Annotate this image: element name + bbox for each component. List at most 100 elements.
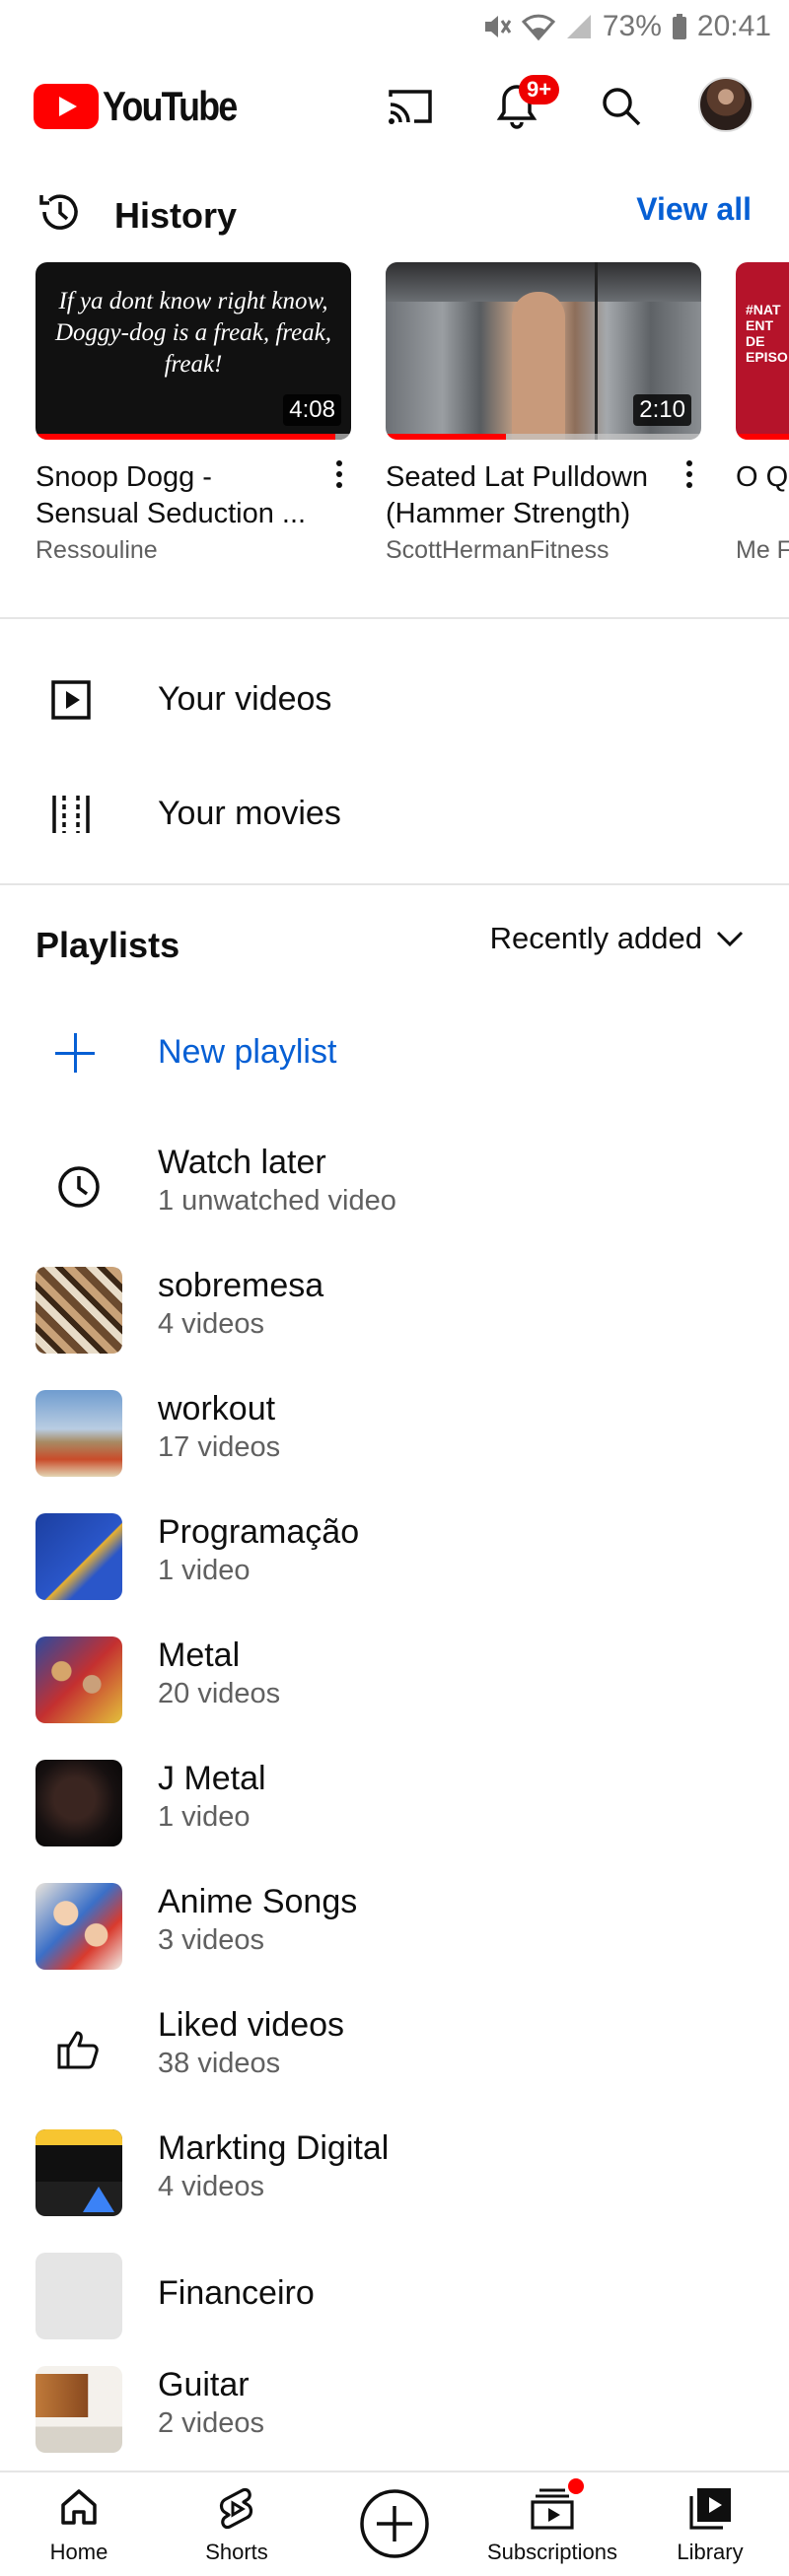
playlist-count: 2 videos — [158, 2407, 265, 2439]
nav-library-label: Library — [677, 2540, 744, 2564]
wifi-icon — [521, 13, 555, 40]
playlist-item[interactable]: J Metal 1 video — [0, 1750, 789, 1858]
history-title: History — [114, 195, 238, 236]
shorts-icon — [219, 2487, 253, 2530]
playlist-thumbnail — [36, 1390, 122, 1477]
playlist-name: Programação — [158, 1513, 360, 1551]
playlist-item-watch-later[interactable]: Watch later 1 unwatched video — [0, 1134, 789, 1242]
clock-time: 20:41 — [696, 10, 771, 42]
nav-subscriptions-label: Subscriptions — [486, 2540, 618, 2564]
playlist-thumbnail — [36, 2366, 122, 2453]
play-square-icon — [47, 676, 95, 724]
playlist-count: 1 video — [158, 1555, 251, 1586]
nav-library[interactable]: Library — [631, 2472, 789, 2576]
youtube-play-icon — [34, 84, 99, 129]
history-card[interactable]: 2:10 Seated Lat Pulldown (Hammer Strengt… — [386, 262, 701, 565]
playlist-count: 4 videos — [158, 1308, 265, 1340]
playlist-count: 20 videos — [158, 1678, 281, 1709]
notifications-button[interactable]: 9+ — [489, 75, 560, 134]
watch-progress-bar — [386, 434, 506, 440]
chevron-down-icon — [716, 931, 744, 947]
more-options-icon[interactable] — [327, 459, 351, 497]
playlist-item[interactable]: Metal 20 videos — [0, 1627, 789, 1735]
channel-name[interactable]: ScottHermanFitness — [386, 536, 701, 565]
nav-shorts[interactable]: Shorts — [158, 2472, 316, 2576]
history-card[interactable]: #NAT ENT DE EPISO O QU NA I Me F — [736, 262, 789, 565]
bottom-navigation: Home Shorts Subscriptions Library — [0, 2471, 789, 2576]
library-icon — [689, 2488, 731, 2530]
playlist-item-liked-videos[interactable]: Liked videos 38 videos — [0, 1996, 789, 2105]
nav-subscriptions[interactable]: Subscriptions — [473, 2472, 631, 2576]
divider — [0, 883, 789, 885]
signal-icon — [565, 13, 593, 40]
avatar[interactable] — [698, 77, 753, 132]
nav-home[interactable]: Home — [0, 2472, 158, 2576]
film-strip-icon — [47, 791, 95, 838]
home-icon — [61, 2489, 97, 2525]
playlist-item[interactable]: Anime Songs 3 videos — [0, 1873, 789, 1982]
channel-name[interactable]: Ressouline — [36, 536, 351, 565]
playlist-item[interactable]: Markting Digital 4 videos — [0, 2120, 789, 2228]
your-movies-item[interactable]: Your movies — [0, 765, 789, 864]
playlist-item[interactable]: workout 17 videos — [0, 1380, 789, 1489]
your-movies-label: Your movies — [158, 795, 341, 832]
playlist-name: sobremesa — [158, 1267, 324, 1304]
battery-percent: 73% — [602, 10, 662, 42]
playlist-count: 38 videos — [158, 2048, 281, 2079]
status-icons: 73% 20:41 — [482, 10, 771, 43]
playlist-thumbnail — [36, 1636, 122, 1723]
playlists-title: Playlists — [36, 925, 180, 965]
subscriptions-icon — [531, 2488, 574, 2530]
sort-dropdown[interactable]: Recently added — [490, 921, 744, 956]
playlist-name: Markting Digital — [158, 2129, 390, 2167]
nav-create[interactable] — [316, 2472, 473, 2576]
video-title[interactable]: Seated Lat Pulldown (Hammer Strength) — [386, 459, 672, 532]
channel-name[interactable]: Me F — [736, 536, 789, 565]
video-thumbnail[interactable]: #NAT ENT DE EPISO — [736, 262, 789, 440]
view-all-link[interactable]: View all — [636, 191, 752, 228]
playlist-item[interactable]: Guitar 2 videos — [0, 2356, 789, 2465]
person-shape — [512, 292, 565, 440]
history-carousel[interactable]: If ya dont know right know, Doggy-dog is… — [0, 262, 789, 578]
playlist-name: Watch later — [158, 1144, 326, 1181]
cast-button[interactable] — [383, 79, 438, 134]
nav-home-label: Home — [49, 2540, 108, 2564]
playlist-item[interactable]: Financeiro — [0, 2243, 789, 2351]
clock-icon — [36, 1144, 122, 1230]
video-title[interactable]: Snoop Dogg - Sensual Seduction ... — [36, 459, 322, 532]
more-options-icon[interactable] — [678, 459, 701, 497]
plus-icon — [55, 1033, 95, 1073]
top-app-bar: YouTube 9+ — [0, 69, 789, 144]
playlist-count: 17 videos — [158, 1431, 281, 1463]
create-icon — [360, 2489, 429, 2558]
playlist-name: Guitar — [158, 2366, 250, 2403]
thumbnail-caption: If ya dont know right know, Doggy-dog is… — [54, 288, 332, 378]
history-icon — [36, 187, 85, 242]
search-icon — [603, 88, 641, 126]
cast-icon — [389, 90, 432, 124]
watch-progress-bar — [36, 434, 335, 440]
playlist-item[interactable]: sobremesa 4 videos — [0, 1257, 789, 1365]
playlist-thumbnail — [36, 1267, 122, 1354]
sort-label: Recently added — [489, 921, 702, 955]
playlist-count: 1 video — [158, 1801, 251, 1833]
video-title[interactable]: O QU NA I — [736, 459, 789, 532]
playlist-thumbnail — [36, 2129, 122, 2216]
history-card[interactable]: If ya dont know right know, Doggy-dog is… — [36, 262, 351, 565]
youtube-logo[interactable]: YouTube — [34, 83, 259, 130]
playlist-count: 3 videos — [158, 1924, 265, 1956]
new-playlist-button[interactable]: New playlist — [0, 1015, 789, 1100]
new-playlist-label: New playlist — [158, 1033, 337, 1071]
video-duration: 4:08 — [283, 394, 341, 426]
logo-text: YouTube — [103, 83, 238, 129]
search-button[interactable] — [594, 79, 649, 134]
your-videos-item[interactable]: Your videos — [0, 651, 789, 749]
playlist-thumbnail — [36, 1513, 122, 1600]
playlist-name: Metal — [158, 1636, 241, 1674]
playlist-item[interactable]: Programação 1 video — [0, 1503, 789, 1612]
history-header: History View all — [0, 183, 789, 243]
video-thumbnail[interactable]: If ya dont know right know, Doggy-dog is… — [36, 262, 351, 440]
playlist-name: workout — [158, 1390, 276, 1427]
status-bar: 73% 20:41 — [0, 0, 789, 55]
video-thumbnail[interactable]: 2:10 — [386, 262, 701, 440]
